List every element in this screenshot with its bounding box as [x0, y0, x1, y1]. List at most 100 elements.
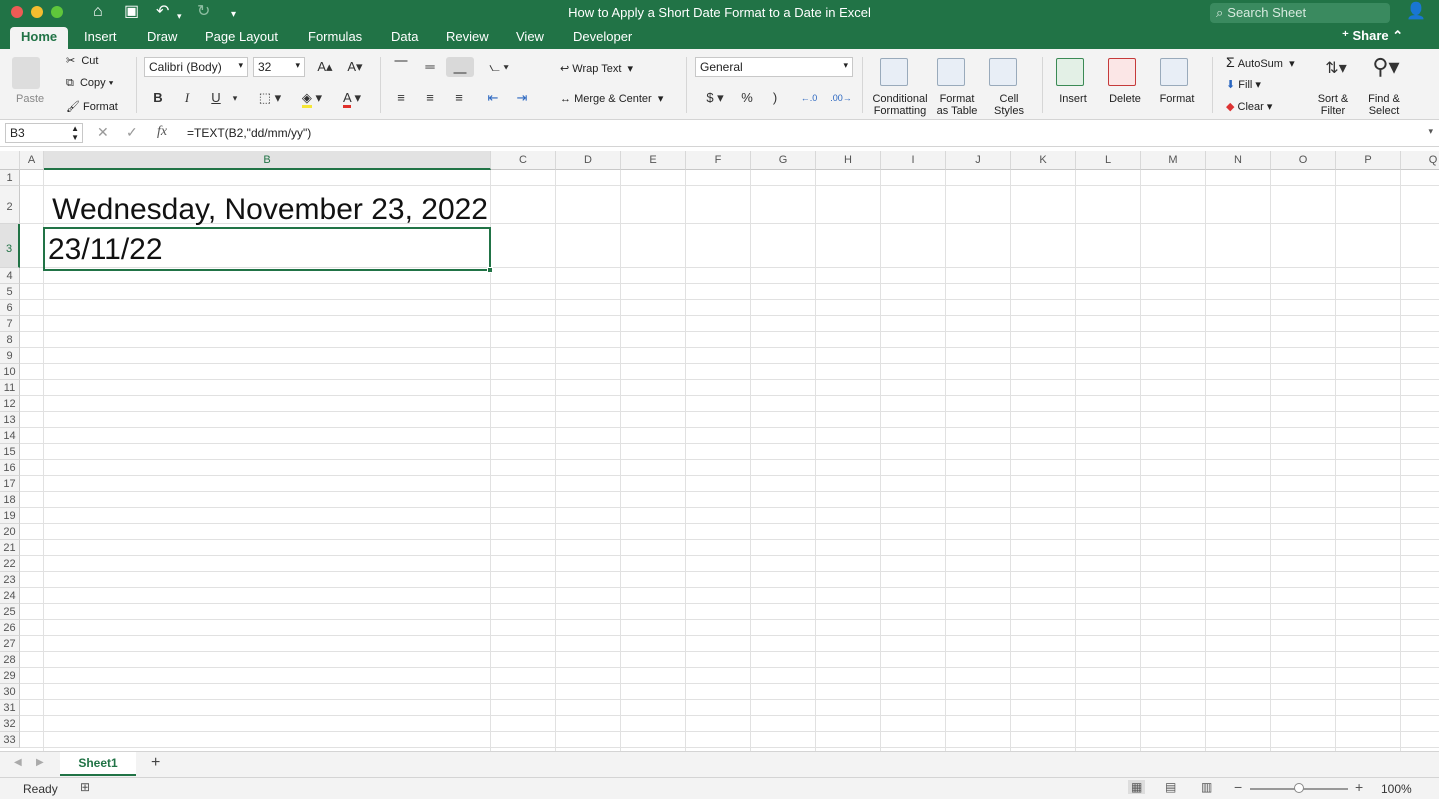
column-header-j[interactable]: J: [946, 151, 1011, 170]
column-header-b[interactable]: B: [44, 151, 491, 170]
formula-input[interactable]: =TEXT(B2,"dd/mm/yy"): [187, 126, 311, 140]
sheet-tab-sheet1[interactable]: Sheet1: [60, 752, 136, 776]
row-header-3[interactable]: 3: [0, 224, 20, 268]
tab-page-layout[interactable]: Page Layout: [205, 29, 278, 44]
row-header-30[interactable]: 30: [0, 684, 20, 700]
row-header-15[interactable]: 15: [0, 444, 20, 460]
sort-filter-button[interactable]: Sort & Filter: [1308, 93, 1358, 117]
row-header-1[interactable]: 1: [0, 170, 20, 186]
tab-insert[interactable]: Insert: [84, 29, 117, 44]
row-header-29[interactable]: 29: [0, 668, 20, 684]
name-box[interactable]: B3 ▲ ▼: [5, 123, 83, 143]
fill-color-icon[interactable]: ◈ ▾: [294, 88, 330, 108]
paste-icon[interactable]: [12, 57, 40, 89]
comma-style-button[interactable]: ): [764, 88, 786, 108]
sort-filter-icon[interactable]: ⇅▾: [1316, 59, 1356, 79]
autosum-button[interactable]: Σ AutoSum ▾: [1226, 54, 1295, 70]
row-header-28[interactable]: 28: [0, 652, 20, 668]
column-header-n[interactable]: N: [1206, 151, 1271, 170]
normal-view-icon[interactable]: ▦: [1128, 780, 1146, 794]
column-header-e[interactable]: E: [621, 151, 686, 170]
format-cells-button[interactable]: Format: [1154, 93, 1200, 105]
font-color-icon[interactable]: A ▾: [334, 88, 370, 108]
zoom-slider-handle[interactable]: [1294, 783, 1304, 793]
copy-button[interactable]: ⧉ Copy ▾: [66, 77, 113, 90]
row-header-16[interactable]: 16: [0, 460, 20, 476]
align-bottom-icon[interactable]: ⎽: [446, 57, 474, 77]
column-header-l[interactable]: L: [1076, 151, 1141, 170]
share-button[interactable]: ⁺ Share ⌃: [1342, 28, 1403, 44]
page-break-view-icon[interactable]: ▥: [1201, 780, 1212, 794]
row-header-19[interactable]: 19: [0, 508, 20, 524]
cell-b2[interactable]: Wednesday, November 23, 2022: [44, 191, 488, 229]
merge-center-button[interactable]: ↔ Merge & Center ▾: [560, 92, 663, 105]
row-header-18[interactable]: 18: [0, 492, 20, 508]
percent-button[interactable]: %: [736, 88, 758, 108]
cell-styles-icon[interactable]: [989, 58, 1017, 86]
macro-record-icon[interactable]: ⊞: [80, 780, 90, 794]
row-header-7[interactable]: 7: [0, 316, 20, 332]
row-header-17[interactable]: 17: [0, 476, 20, 492]
row-header-22[interactable]: 22: [0, 556, 20, 572]
select-all-corner[interactable]: [0, 151, 20, 170]
tab-review[interactable]: Review: [446, 29, 489, 44]
delete-cells-button[interactable]: Delete: [1102, 93, 1148, 105]
insert-function-icon[interactable]: fx: [157, 124, 167, 140]
bold-button[interactable]: B: [148, 88, 168, 108]
zoom-out-icon[interactable]: −: [1234, 779, 1242, 795]
prev-sheet-icon[interactable]: ◀: [14, 757, 22, 768]
row-header-9[interactable]: 9: [0, 348, 20, 364]
tab-home[interactable]: Home: [10, 27, 69, 49]
search-input[interactable]: Search Sheet: [1227, 5, 1306, 21]
column-header-a[interactable]: A: [20, 151, 44, 170]
column-header-o[interactable]: O: [1271, 151, 1336, 170]
conditional-formatting-icon[interactable]: [880, 58, 908, 86]
row-header-32[interactable]: 32: [0, 716, 20, 732]
row-header-26[interactable]: 26: [0, 620, 20, 636]
currency-button[interactable]: $ ▾: [698, 88, 732, 108]
row-header-8[interactable]: 8: [0, 332, 20, 348]
account-icon[interactable]: 👤: [1406, 3, 1426, 21]
add-sheet-button[interactable]: +: [151, 754, 160, 772]
tab-formulas[interactable]: Formulas: [308, 29, 362, 44]
row-header-10[interactable]: 10: [0, 364, 20, 380]
row-header-21[interactable]: 21: [0, 540, 20, 556]
align-middle-icon[interactable]: ═: [419, 57, 441, 77]
page-layout-view-icon[interactable]: ▤: [1165, 780, 1176, 794]
align-center-icon[interactable]: ≡: [419, 88, 441, 108]
decrease-font-button[interactable]: A▾: [342, 57, 368, 77]
format-cells-icon[interactable]: [1160, 58, 1188, 86]
format-as-table-button[interactable]: Format as Table: [931, 93, 983, 117]
increase-decimal-icon[interactable]: ←.0: [796, 88, 822, 108]
row-header-25[interactable]: 25: [0, 604, 20, 620]
enter-icon[interactable]: ✓: [126, 124, 138, 141]
italic-button[interactable]: I: [177, 88, 197, 108]
insert-cells-icon[interactable]: [1056, 58, 1084, 86]
column-header-d[interactable]: D: [556, 151, 621, 170]
decrease-decimal-icon[interactable]: .00→: [828, 88, 854, 108]
next-sheet-icon[interactable]: ▶: [36, 757, 44, 768]
underline-button[interactable]: U: [206, 88, 226, 108]
row-header-20[interactable]: 20: [0, 524, 20, 540]
column-header-h[interactable]: H: [816, 151, 881, 170]
search-box[interactable]: ⌕ Search Sheet: [1210, 3, 1390, 23]
find-select-icon[interactable]: ⚲▾: [1366, 56, 1406, 78]
expand-formula-icon[interactable]: ▾: [1428, 126, 1433, 137]
cell-styles-button[interactable]: Cell Styles: [985, 93, 1033, 117]
align-top-icon[interactable]: ⎺: [390, 57, 412, 77]
column-header-m[interactable]: M: [1141, 151, 1206, 170]
column-header-g[interactable]: G: [751, 151, 816, 170]
row-header-2[interactable]: 2: [0, 186, 20, 224]
align-left-icon[interactable]: ≡: [390, 88, 412, 108]
format-as-table-icon[interactable]: [937, 58, 965, 86]
column-header-p[interactable]: P: [1336, 151, 1401, 170]
row-header-33[interactable]: 33: [0, 732, 20, 748]
delete-cells-icon[interactable]: [1108, 58, 1136, 86]
row-header-13[interactable]: 13: [0, 412, 20, 428]
number-format-select[interactable]: General ▾: [695, 57, 853, 77]
align-right-icon[interactable]: ≡: [448, 88, 470, 108]
font-size-select[interactable]: 32 ▾: [253, 57, 305, 77]
row-header-4[interactable]: 4: [0, 268, 20, 284]
find-select-button[interactable]: Find & Select: [1360, 93, 1408, 117]
row-header-24[interactable]: 24: [0, 588, 20, 604]
